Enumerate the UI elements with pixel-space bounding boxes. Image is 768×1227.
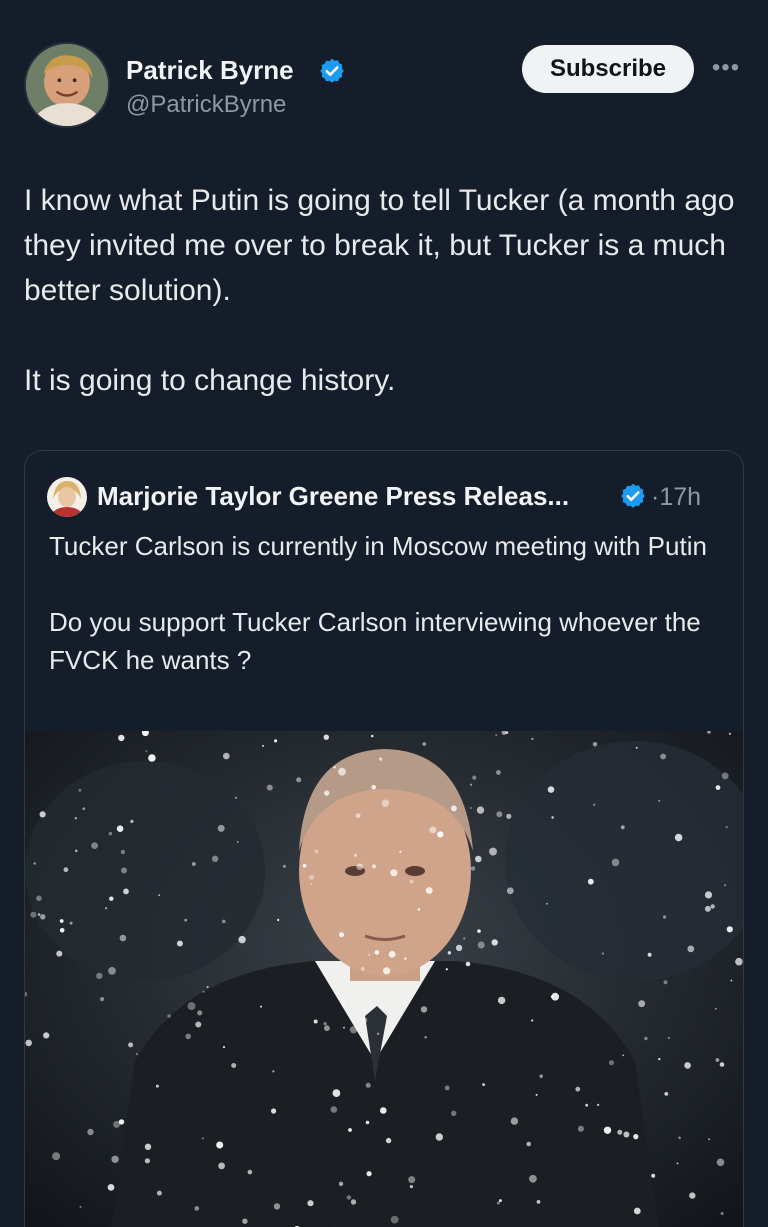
author-display-name[interactable]: Patrick Byrne — [126, 55, 294, 86]
quoted-tweet-card[interactable]: Marjorie Taylor Greene Press Releas... ·… — [24, 450, 744, 1227]
author-handle[interactable]: @PatrickByrne — [126, 91, 286, 119]
more-dots-icon[interactable]: ••• — [706, 56, 746, 80]
quoted-paragraph: Tucker Carlson is currently in Moscow me… — [49, 531, 707, 561]
tweet-paragraph: It is going to change history. — [24, 364, 396, 397]
tweet-paragraph: I know what Putin is going to tell Tucke… — [24, 184, 735, 307]
quoted-tweet-body: Tucker Carlson is currently in Moscow me… — [49, 527, 729, 717]
snow-photo — [25, 731, 743, 1227]
quoted-author-avatar[interactable] — [47, 477, 87, 517]
tweet-body: I know what Putin is going to tell Tucke… — [24, 178, 744, 448]
author-avatar[interactable] — [24, 42, 110, 128]
tweet-header: Patrick Byrne @PatrickByrne Subscribe ••… — [0, 0, 768, 150]
quoted-timestamp[interactable]: ·17h — [651, 483, 701, 512]
quoted-tweet-image[interactable] — [25, 731, 743, 1227]
subscribe-button[interactable]: Subscribe — [522, 45, 694, 93]
verified-badge-icon — [621, 483, 645, 508]
quoted-paragraph: Do you support Tucker Carlson interviewi… — [49, 607, 701, 675]
verified-badge-icon — [320, 58, 344, 83]
quoted-author-name[interactable]: Marjorie Taylor Greene Press Releas... — [97, 481, 569, 512]
